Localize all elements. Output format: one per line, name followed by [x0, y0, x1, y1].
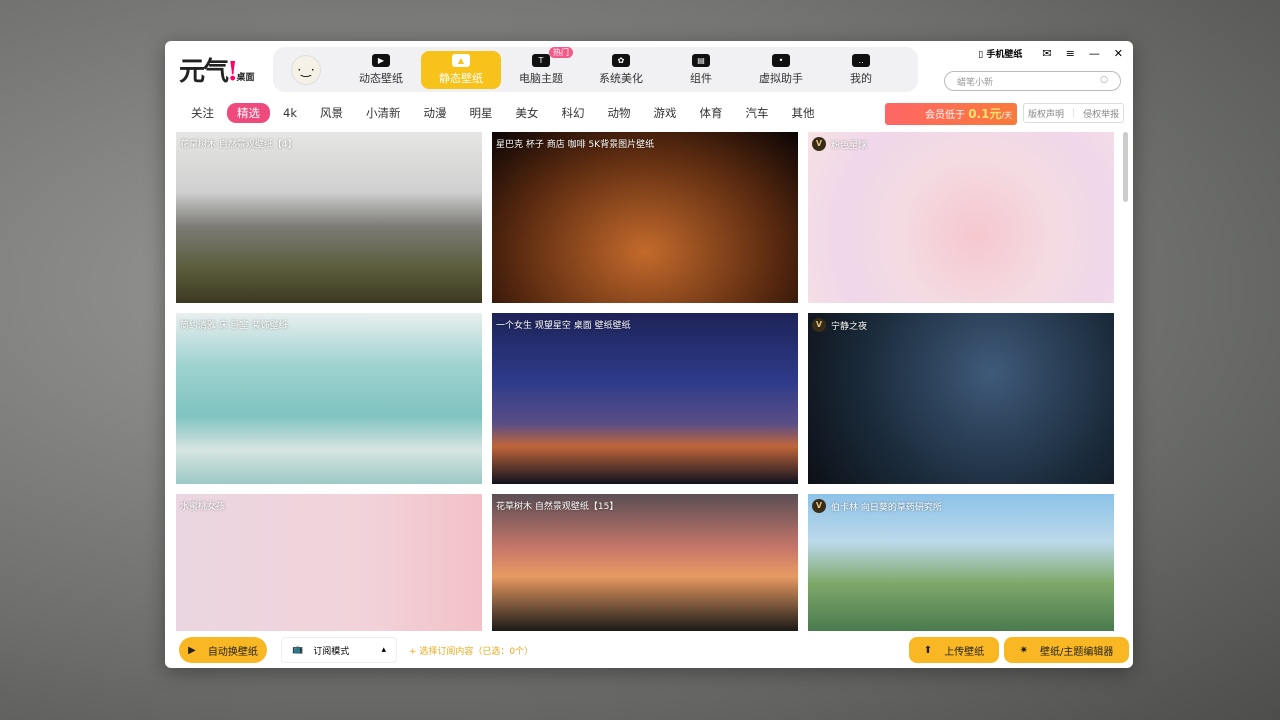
play-icon: ▶ — [188, 644, 196, 656]
paw-icon: • — [772, 53, 790, 67]
scrollbar[interactable] — [1123, 132, 1128, 202]
window-controls: ▯ 手机壁纸 ✉ ≡ — ✕ — [978, 47, 1123, 60]
menu-icon[interactable]: ≡ — [1066, 47, 1075, 60]
wallpaper-card[interactable]: V 粉色星球 — [808, 132, 1114, 303]
hot-badge: 热门 — [549, 46, 573, 58]
wallpaper-title: 简约清雅 床 卧室 装饰壁纸 — [180, 321, 288, 331]
auto-change-button[interactable]: ▶ 自动换壁纸 — [179, 637, 267, 663]
close-button[interactable]: ✕ — [1114, 47, 1123, 60]
nav-tab-label: 动态壁纸 — [359, 71, 403, 85]
wallpaper-card[interactable]: 花草树木 自然景观壁纸【15】 — [492, 494, 798, 631]
wallpaper-card[interactable]: 星巴克 杯子 商店 咖啡 5K背景图片壁纸 — [492, 132, 798, 303]
copyright-statement-link[interactable]: 版权声明 — [1024, 107, 1068, 120]
caret-up-icon: ▴ — [381, 645, 386, 655]
nav-tab-label: 虚拟助手 — [759, 71, 803, 85]
image-icon: ▲ — [452, 53, 470, 67]
nav-tab-1[interactable]: ▲ 静态壁纸 — [421, 50, 501, 89]
category-tab[interactable]: 科幻 — [551, 103, 594, 123]
widget-icon: ▤ — [692, 53, 710, 67]
avatar[interactable]: ·‿· — [291, 54, 321, 85]
vip-banner[interactable]: 会员低于 0.1元/天 — [885, 103, 1017, 125]
category-tab[interactable]: 汽车 — [735, 103, 778, 123]
wallpaper-title: 粉色星球 — [831, 140, 868, 151]
editor-button[interactable]: ✷ 壁纸/主题编辑器 — [1004, 637, 1129, 663]
wallpaper-card[interactable]: 花草树木 自然景观壁纸【4】 — [176, 132, 482, 303]
nav-tab-label: 系统美化 — [599, 71, 643, 85]
nav-tab-label: 组件 — [690, 71, 712, 85]
search-icon[interactable]: ○ — [1100, 75, 1108, 87]
nav-tab-0[interactable]: ▶ 动态壁纸 — [341, 51, 421, 89]
bottom-bar: ▶ 自动换壁纸 📺 订阅模式 ▴ + 选择订阅内容（已选：0个） ⬆ 上传壁纸 ✷ 壁纸/… — [165, 632, 1133, 668]
rights-links: 版权声明 | 侵权举报 — [1023, 103, 1125, 123]
wallpaper-title: 花草树木 自然景观壁纸【4】 — [180, 140, 297, 150]
nav-tab-2[interactable]: T 电脑主题 热门 — [501, 46, 581, 89]
wallpaper-title: 一个女生 观望星空 桌面 壁纸壁纸 — [496, 321, 631, 331]
category-tab[interactable]: 体育 — [689, 103, 732, 123]
wallpaper-title: 伯卡林 向日葵的草药研究所 — [831, 502, 942, 513]
upload-button[interactable]: ⬆ 上传壁纸 — [909, 637, 999, 663]
nav-tab-label: 电脑主题 — [519, 71, 563, 85]
flower-icon: ✿ — [612, 53, 630, 67]
wallpaper-card[interactable]: 简约清雅 床 卧室 装饰壁纸 — [176, 313, 482, 484]
category-tab[interactable]: 4k — [273, 104, 307, 122]
category-tab[interactable]: 游戏 — [643, 103, 686, 123]
wallpaper-card[interactable]: 水蜜桃女孩 — [176, 494, 482, 631]
nav-tab-5[interactable]: • 虚拟助手 — [741, 51, 821, 89]
vip-badge-icon: V — [812, 318, 826, 332]
wallpaper-grid: 花草树木 自然景观壁纸【4】 星巴克 杯子 商店 咖啡 5K背景图片壁纸 V 粉色星球… — [176, 132, 1114, 632]
nav-tab-6[interactable]: ‥ 我的 — [821, 51, 901, 89]
category-tab[interactable]: 小清新 — [356, 103, 411, 123]
tv-play-icon: ▶ — [372, 53, 390, 67]
nav-tab-3[interactable]: ✿ 系统美化 — [581, 51, 661, 89]
category-tab[interactable]: 风景 — [310, 103, 353, 123]
upload-icon: ⬆ — [923, 644, 933, 656]
minimize-button[interactable]: — — [1089, 47, 1100, 60]
category-tab[interactable]: 美女 — [505, 103, 548, 123]
category-tab[interactable]: 动漫 — [413, 103, 456, 123]
wallpaper-title: 水蜜桃女孩 — [180, 502, 226, 512]
category-tab[interactable]: 明星 — [459, 103, 502, 123]
face-icon: ‥ — [852, 53, 870, 67]
nav-tab-label: 我的 — [850, 71, 872, 85]
category-tabs: 关注 精选 4k 风景 小清新 动漫 明星 美女 科幻 动物 游戏 体育 汽车 其他 — [181, 103, 827, 123]
app-window: 元气!桌面 ·‿· ▶ 动态壁纸 ▲ 静态壁纸 T 电脑主题 热门 ✿ 系统美化 ▤ 组件 • 虚拟助手… — [165, 41, 1133, 668]
wallpaper-title: 花草树木 自然景观壁纸【15】 — [496, 502, 619, 512]
vip-badge-icon: V — [812, 499, 826, 513]
category-tab[interactable]: 动物 — [597, 103, 640, 123]
vip-badge-icon: V — [812, 137, 826, 151]
wallpaper-title: 星巴克 杯子 商店 咖啡 5K背景图片壁纸 — [496, 140, 655, 150]
category-tab[interactable]: 关注 — [181, 103, 224, 123]
category-tab[interactable]: 其他 — [781, 103, 824, 123]
tv-icon: 📺 — [292, 645, 304, 655]
magic-wand-icon: ✷ — [1019, 644, 1028, 656]
app-logo: 元气!桌面 — [179, 57, 255, 87]
wallpaper-card[interactable]: V 宁静之夜 — [808, 313, 1114, 484]
wallpaper-card[interactable]: 一个女生 观望星空 桌面 壁纸壁纸 — [492, 313, 798, 484]
shirt-icon: T — [532, 53, 550, 67]
infringement-report-link[interactable]: 侵权举报 — [1079, 107, 1123, 120]
wallpaper-card[interactable]: V 伯卡林 向日葵的草药研究所 — [808, 494, 1114, 631]
mode-select[interactable]: 📺 订阅模式 ▴ — [281, 637, 397, 663]
mail-icon[interactable]: ✉ — [1042, 47, 1051, 60]
search-input[interactable]: 蜡笔小新 ○ — [944, 71, 1121, 91]
nav-tab-4[interactable]: ▤ 组件 — [661, 51, 741, 89]
nav-tab-label: 静态壁纸 — [439, 71, 483, 85]
main-nav: ·‿· ▶ 动态壁纸 ▲ 静态壁纸 T 电脑主题 热门 ✿ 系统美化 ▤ 组件 • 虚拟助手 ‥ 我的 — [273, 46, 918, 92]
category-tab[interactable]: 精选 — [227, 103, 270, 123]
phone-wallpaper-button[interactable]: ▯ 手机壁纸 — [978, 47, 1022, 60]
select-subscription-link[interactable]: + 选择订阅内容（已选：0个） — [409, 644, 533, 657]
wallpaper-title: 宁静之夜 — [831, 321, 868, 332]
